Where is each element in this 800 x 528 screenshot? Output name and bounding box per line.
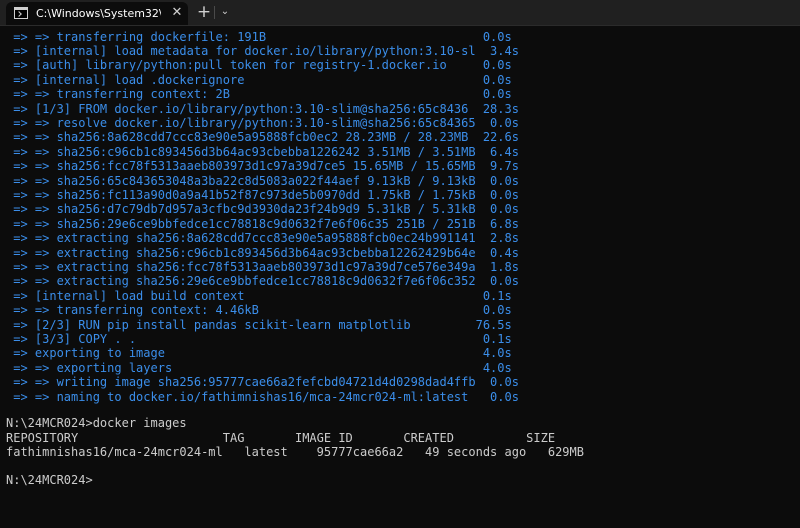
build-log-line: => [internal] load build context 0.1s — [6, 289, 512, 303]
build-log-line: => => sha256:65c843653048a3ba22c8d5083a0… — [6, 174, 519, 188]
tab-dropdown-icon[interactable]: ⌄ — [214, 2, 236, 22]
build-log-line: => => extracting sha256:fcc78f5313aaeb80… — [6, 260, 519, 274]
build-log-line: => => extracting sha256:c96cb1c893456d3b… — [6, 246, 519, 260]
build-log-line: => => transferring context: 4.46kB 0.0s — [6, 303, 512, 317]
build-log-line: => => sha256:c96cb1c893456d3b64ac93cbebb… — [6, 145, 519, 159]
build-log-line: => [internal] load metadata for docker.i… — [6, 44, 519, 58]
command-prompt-line: N:\24MCR024>docker images — [6, 416, 187, 430]
build-log-line: => => sha256:8a628cdd7ccc83e90e5a95888fc… — [6, 130, 519, 144]
build-log-line: => [2/3] RUN pip install pandas scikit-l… — [6, 318, 512, 332]
build-log-line: => => sha256:fc113a90d0a9a41b52f87c973de… — [6, 188, 519, 202]
build-log-line: => => transferring dockerfile: 191B 0.0s — [6, 30, 512, 44]
close-tab-icon[interactable]: ✕ — [169, 5, 185, 21]
terminal-output[interactable]: => => transferring dockerfile: 191B 0.0s… — [0, 26, 800, 528]
terminal-tab[interactable]: C:\Windows\System32\cmd.e ✕ — [6, 2, 188, 25]
title-bar: C:\Windows\System32\cmd.e ✕ + ⌄ — [0, 0, 800, 26]
current-prompt[interactable]: N:\24MCR024> — [6, 473, 93, 487]
new-tab-button[interactable]: + — [193, 2, 215, 22]
build-log-line: => exporting to image 4.0s — [6, 346, 512, 360]
images-table-row: fathimnishas16/mca-24mcr024-ml latest 95… — [6, 445, 584, 459]
build-log-line: => => extracting sha256:29e6ce9bbfedce1c… — [6, 274, 519, 288]
build-log-line: => => resolve docker.io/library/python:3… — [6, 116, 519, 130]
build-log-line: => => naming to docker.io/fathimnishas16… — [6, 390, 519, 404]
build-log-line: => [3/3] COPY . . 0.1s — [6, 332, 512, 346]
build-log-line: => [auth] library/python:pull token for … — [6, 58, 512, 72]
images-table-header: REPOSITORY TAG IMAGE ID CREATED SIZE — [6, 431, 556, 445]
build-log-line: => => sha256:29e6ce9bbfedce1cc78818c9d06… — [6, 217, 519, 231]
build-log-line: => => transferring context: 2B 0.0s — [6, 87, 512, 101]
build-log-line: => => sha256:fcc78f5313aaeb803973d1c97a3… — [6, 159, 519, 173]
build-log-line: => => exporting layers 4.0s — [6, 361, 512, 375]
cmd-icon — [14, 7, 28, 19]
build-log-line: => => sha256:d7c79db7d957a3cfbc9d3930da2… — [6, 202, 519, 216]
build-log-line: => => extracting sha256:8a628cdd7ccc83e9… — [6, 231, 519, 245]
build-log-line: => [internal] load .dockerignore 0.0s — [6, 73, 512, 87]
tab-title: C:\Windows\System32\cmd.e — [36, 7, 161, 20]
build-log-line: => [1/3] FROM docker.io/library/python:3… — [6, 102, 519, 116]
build-log-line: => => writing image sha256:95777cae66a2f… — [6, 375, 519, 389]
